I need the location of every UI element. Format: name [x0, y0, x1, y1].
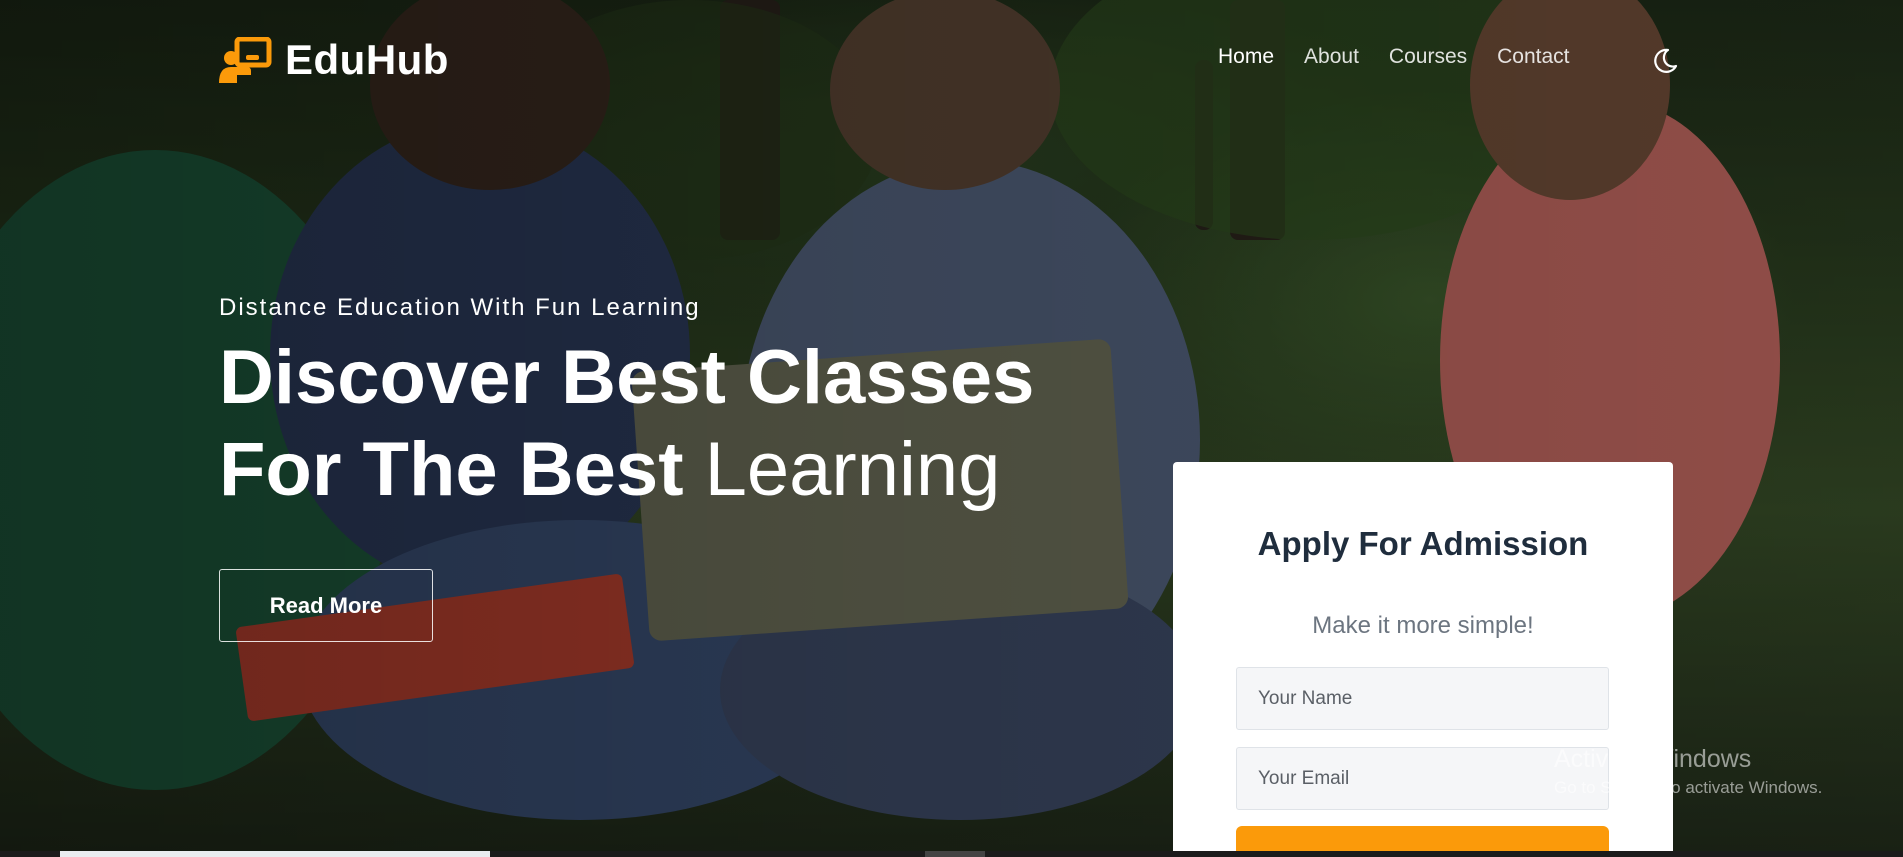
moon-icon[interactable]: [1650, 46, 1680, 76]
read-more-button[interactable]: Read More: [219, 569, 433, 642]
admission-title: Apply For Admission: [1257, 525, 1589, 562]
watermark-subtitle: Go to Settings to activate Windows.: [1554, 778, 1823, 797]
brand-name: EduHub: [285, 36, 449, 83]
hero-tagline: Distance Education With Fun Learning: [219, 294, 701, 321]
headline-light: Learning: [704, 427, 1001, 512]
headline-line1: Discover Best Classes: [219, 335, 1035, 420]
main-nav: Home About Courses Contact: [1218, 45, 1570, 69]
nav-about[interactable]: About: [1304, 45, 1359, 69]
watermark-title: Activate Windows: [1554, 745, 1752, 773]
brand-logo[interactable]: EduHub: [219, 36, 449, 84]
scroll-segment: [925, 851, 985, 857]
nav-courses[interactable]: Courses: [1389, 45, 1467, 69]
nav-home[interactable]: Home: [1218, 45, 1274, 69]
name-field[interactable]: [1236, 667, 1609, 730]
nav-contact[interactable]: Contact: [1497, 45, 1569, 69]
bottom-scroll-strip: [0, 851, 1903, 857]
admission-subtitle: Make it more simple!: [1312, 612, 1534, 639]
hero-headline: Discover Best Classes For The Best Learn…: [219, 332, 1034, 516]
teacher-board-icon: [219, 36, 273, 83]
windows-watermark: Activate Windows Go to Settings to activ…: [1554, 745, 1822, 798]
headline-line2: For The Best: [219, 427, 684, 512]
scroll-segment: [60, 851, 490, 857]
